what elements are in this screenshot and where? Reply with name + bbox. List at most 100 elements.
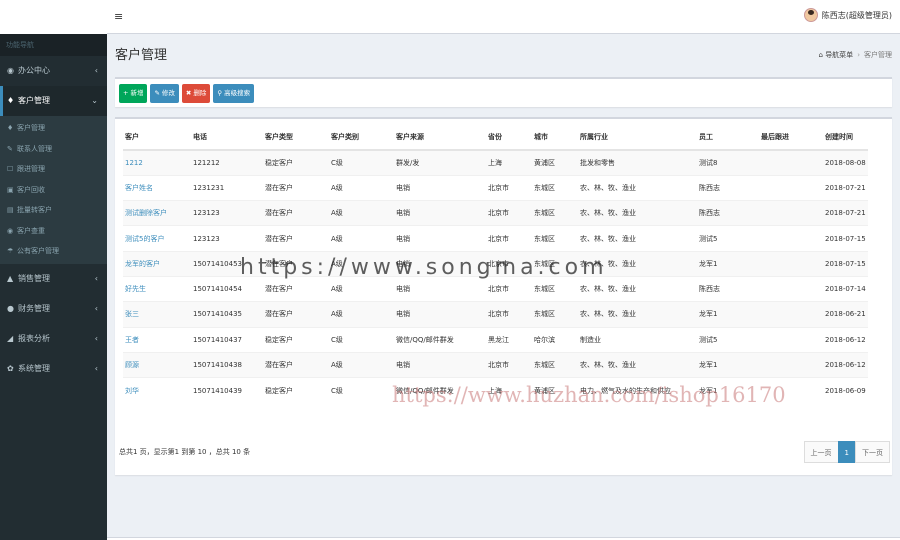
table-cell: 北京市 (486, 275, 532, 302)
table-row[interactable]: 1212 121212 稳定客户 C级 群发/发 上海 黄浦区 批发和零售 测试8 2018-08… (123, 149, 868, 176)
submenu-item-label: 联系人管理 (17, 144, 52, 153)
user-menu[interactable]: 陈西志(超级管理员) (803, 8, 892, 22)
table-cell: 北京市 (486, 174, 532, 201)
customer-name-link[interactable]: 刘华 (123, 377, 191, 403)
finance-icon: ● (7, 303, 14, 313)
delete-button-label: 删除 (193, 88, 207, 97)
logo-area (0, 0, 107, 34)
delete-button[interactable]: ✖ 删除 (181, 83, 211, 103)
submenu-item-customer-management[interactable]: ♦ 客户管理 (0, 118, 107, 139)
table-cell (759, 225, 823, 252)
area-chart-icon: ◢ (7, 333, 14, 343)
customer-name-link[interactable]: 顾源 (123, 351, 191, 378)
sidebar-item-label: 销售管理 (18, 273, 50, 283)
table-cell: 潜在客户 (263, 174, 329, 201)
table-cell: 电销 (394, 225, 486, 252)
table-cell (759, 250, 823, 277)
table-cell: 北京市 (486, 200, 532, 226)
column-header[interactable]: 客户类型 (263, 125, 329, 151)
column-header[interactable]: 电话 (191, 125, 263, 151)
sidebar-item-office[interactable]: ◉ 办公中心 ‹ (0, 56, 107, 86)
add-button[interactable]: + 新增 (119, 83, 148, 103)
table-cell: 哈尔滨 (532, 326, 578, 353)
table-cell: 龙军1 (697, 301, 759, 328)
table-cell: 电销 (394, 200, 486, 226)
table-cell: 东城区 (532, 174, 578, 201)
table-row[interactable]: 好先生 15071410454 潜在客户 A级 电销 北京市 东城区 农、林、牧、渔业 陈西志 2… (123, 275, 868, 302)
submenu-item-followup[interactable]: ☐ 跟进管理 (0, 159, 107, 180)
edit-icon: ✎ (154, 88, 160, 97)
table-cell: 农、林、牧、渔业 (578, 200, 697, 226)
table-cell: 2018-06-21 (823, 301, 868, 328)
customer-name-link[interactable]: 测试删除客户 (123, 200, 191, 226)
prev-page-button[interactable]: 上一页 (803, 441, 839, 463)
customer-submenu: ♦ 客户管理 ✎ 联系人管理 ☐ 跟进管理 ▣ 客户回收 ▤ 批量转客户 ◉ 客… (0, 116, 107, 264)
gear-icon: ✿ (7, 363, 14, 373)
table-row[interactable]: 顾源 15071410438 潜在客户 A级 电销 北京市 东城区 农、林、牧、渔业 龙军1 20… (123, 351, 868, 378)
table-cell: 东城区 (532, 351, 578, 378)
advanced-search-button[interactable]: ⚲ 高级搜索 (213, 83, 255, 103)
submenu-item-duplicate-check[interactable]: ◉ 客户查重 (0, 221, 107, 242)
table-row[interactable]: 客户姓名 1231231 潜在客户 A级 电销 北京市 东城区 农、林、牧、渔业 陈西志 2018… (123, 174, 868, 201)
table-cell: 电销 (394, 351, 486, 378)
column-header[interactable]: 客户来源 (394, 125, 486, 151)
submenu-item-contacts[interactable]: ✎ 联系人管理 (0, 139, 107, 160)
customer-name-link[interactable]: 好先生 (123, 275, 191, 302)
toolbar: + 新增 ✎ 修改 ✖ 删除 ⚲ 高级搜索 (115, 77, 892, 107)
breadcrumb-home-link[interactable]: 导航菜单 (825, 50, 853, 60)
table-cell: 15071410439 (191, 377, 263, 403)
table-cell: 陈西志 (697, 275, 759, 302)
table-cell: 2018-07-14 (823, 275, 868, 302)
sidebar-item-finance[interactable]: ● 财务管理 ‹ (0, 294, 107, 324)
table-cell (759, 326, 823, 353)
table-cell: 电销 (394, 174, 486, 201)
table-cell: C级 (329, 377, 394, 403)
table-cell: 2018-08-08 (823, 149, 868, 176)
next-page-button[interactable]: 下一页 (855, 441, 890, 463)
table-cell: 2018-07-21 (823, 200, 868, 226)
column-header[interactable]: 员工 (697, 125, 759, 151)
table-row[interactable]: 张三 15071410435 潜在客户 A级 电销 北京市 东城区 农、林、牧、渔业 龙军1 20… (123, 301, 868, 328)
umbrella-icon: ☂ (7, 247, 14, 255)
submenu-item-label: 客户管理 (17, 124, 45, 132)
customer-name-link[interactable]: 龙军的客户 (123, 250, 191, 277)
column-header[interactable]: 创建时间 (823, 125, 868, 151)
customer-name-link[interactable]: 测试5的客户 (123, 225, 191, 252)
customer-name-link[interactable]: 客户姓名 (123, 174, 191, 201)
customer-name-link[interactable]: 1212 (123, 149, 191, 176)
submenu-item-batch-convert[interactable]: ▤ 批量转客户 (0, 200, 107, 221)
table-cell: 上海 (486, 149, 532, 176)
table-cell: 2018-06-09 (823, 377, 868, 403)
submenu-item-public-customers[interactable]: ☂ 公有客户管理 (0, 241, 107, 262)
table-cell: 测试8 (697, 149, 759, 176)
table-cell: 陈西志 (697, 200, 759, 226)
sidebar-item-label: 客户管理 (18, 96, 50, 105)
page-1-button[interactable]: 1 (837, 441, 856, 463)
column-header[interactable]: 最后跟进 (759, 125, 823, 151)
edit-button[interactable]: ✎ 修改 (150, 83, 179, 103)
submenu-item-recycle[interactable]: ▣ 客户回收 (0, 180, 107, 201)
breadcrumb-current: 客户管理 (864, 51, 892, 59)
sidebar-item-sales[interactable]: ▲ 销售管理 ‹ (0, 264, 107, 294)
column-header[interactable]: 客户 (123, 125, 191, 151)
table-cell: 黄浦区 (532, 149, 578, 176)
chevron-left-icon: ‹ (94, 273, 98, 283)
column-header[interactable]: 所属行业 (578, 125, 697, 151)
table-row[interactable]: 王者 15071410437 稳定客户 C级 微信/QQ/邮件群发 黑龙江 哈尔滨 制造业 测试… (123, 326, 868, 353)
column-header[interactable]: 省份 (486, 125, 532, 151)
sidebar-item-customers[interactable]: ♦ 客户管理 ⌄ (0, 86, 107, 116)
table-row[interactable]: 测试5的客户 123123 潜在客户 A级 电销 北京市 东城区 农、林、牧、渔业 测试5 201… (123, 225, 868, 252)
column-header[interactable]: 客户类别 (329, 125, 394, 151)
sidebar-item-system[interactable]: ✿ 系统管理 ‹ (0, 354, 107, 384)
menu-toggle-icon[interactable]: ≡ (114, 10, 123, 24)
column-header[interactable]: 城市 (532, 125, 578, 151)
table-cell: 1231231 (191, 174, 263, 201)
table-row[interactable]: 测试删除客户 123123 潜在客户 A级 电销 北京市 东城区 农、林、牧、渔业 陈西志 201… (123, 200, 868, 226)
table-cell: 15071410438 (191, 351, 263, 378)
sidebar-item-label: 系统管理 (18, 363, 50, 373)
customer-name-link[interactable]: 张三 (123, 301, 191, 328)
customer-name-link[interactable]: 王者 (123, 326, 191, 353)
table-cell: 微信/QQ/邮件群发 (394, 326, 486, 353)
sidebar-item-reports[interactable]: ◢ 报表分析 ‹ (0, 324, 107, 354)
table-cell: 龙军1 (697, 250, 759, 277)
